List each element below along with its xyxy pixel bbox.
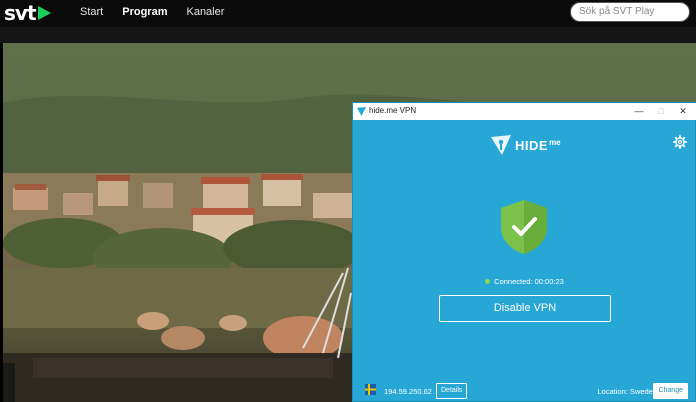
change-location-button[interactable]: Change: [653, 383, 688, 399]
close-button[interactable]: ✕: [672, 104, 694, 119]
vpn-titlebar[interactable]: hide.me VPN — □ ✕: [353, 103, 696, 120]
maximize-button[interactable]: □: [650, 104, 672, 119]
sweden-flag-icon: [365, 384, 376, 395]
disable-vpn-button[interactable]: Disable VPN: [439, 295, 611, 322]
hideme-logo-icon: [491, 135, 511, 155]
svt-header: svt Start Program Kanaler Sök på SVT Pla…: [0, 0, 696, 27]
vpn-footer: 194.59.250.62 Details Location: Sweden C…: [353, 381, 696, 401]
hideme-logo-text: HIDE: [515, 137, 549, 153]
status-dot-icon: [485, 278, 491, 284]
nav-program[interactable]: Program: [122, 6, 167, 18]
connection-status: Connected: 00:00:23: [353, 277, 696, 286]
settings-gear-icon[interactable]: [673, 135, 687, 149]
window-title: hide.me VPN: [369, 106, 417, 115]
minimize-button[interactable]: —: [628, 104, 650, 119]
search-input[interactable]: Sök på SVT Play: [570, 2, 690, 22]
nav-kanaler[interactable]: Kanaler: [186, 6, 224, 18]
ip-address: 194.59.250.62: [384, 387, 432, 396]
hideme-logo-suffix: me: [549, 137, 561, 147]
location-label: Location: Sweden: [597, 387, 657, 396]
svt-logo-text: svt: [4, 1, 37, 25]
svt-logo[interactable]: svt: [4, 1, 51, 25]
hideme-app-icon: [357, 107, 366, 116]
main-nav: Start Program Kanaler: [80, 6, 243, 18]
connected-shield-icon: [501, 200, 547, 254]
header-divider-strip: [0, 27, 696, 43]
nav-start[interactable]: Start: [80, 6, 103, 18]
details-button[interactable]: Details: [436, 383, 468, 399]
hideme-logo: HIDE me: [490, 133, 561, 157]
play-icon: [37, 6, 51, 20]
status-text: Connected: 00:00:23: [494, 277, 564, 286]
vpn-window: hide.me VPN — □ ✕ HIDE me Connected: 00:…: [352, 102, 696, 402]
